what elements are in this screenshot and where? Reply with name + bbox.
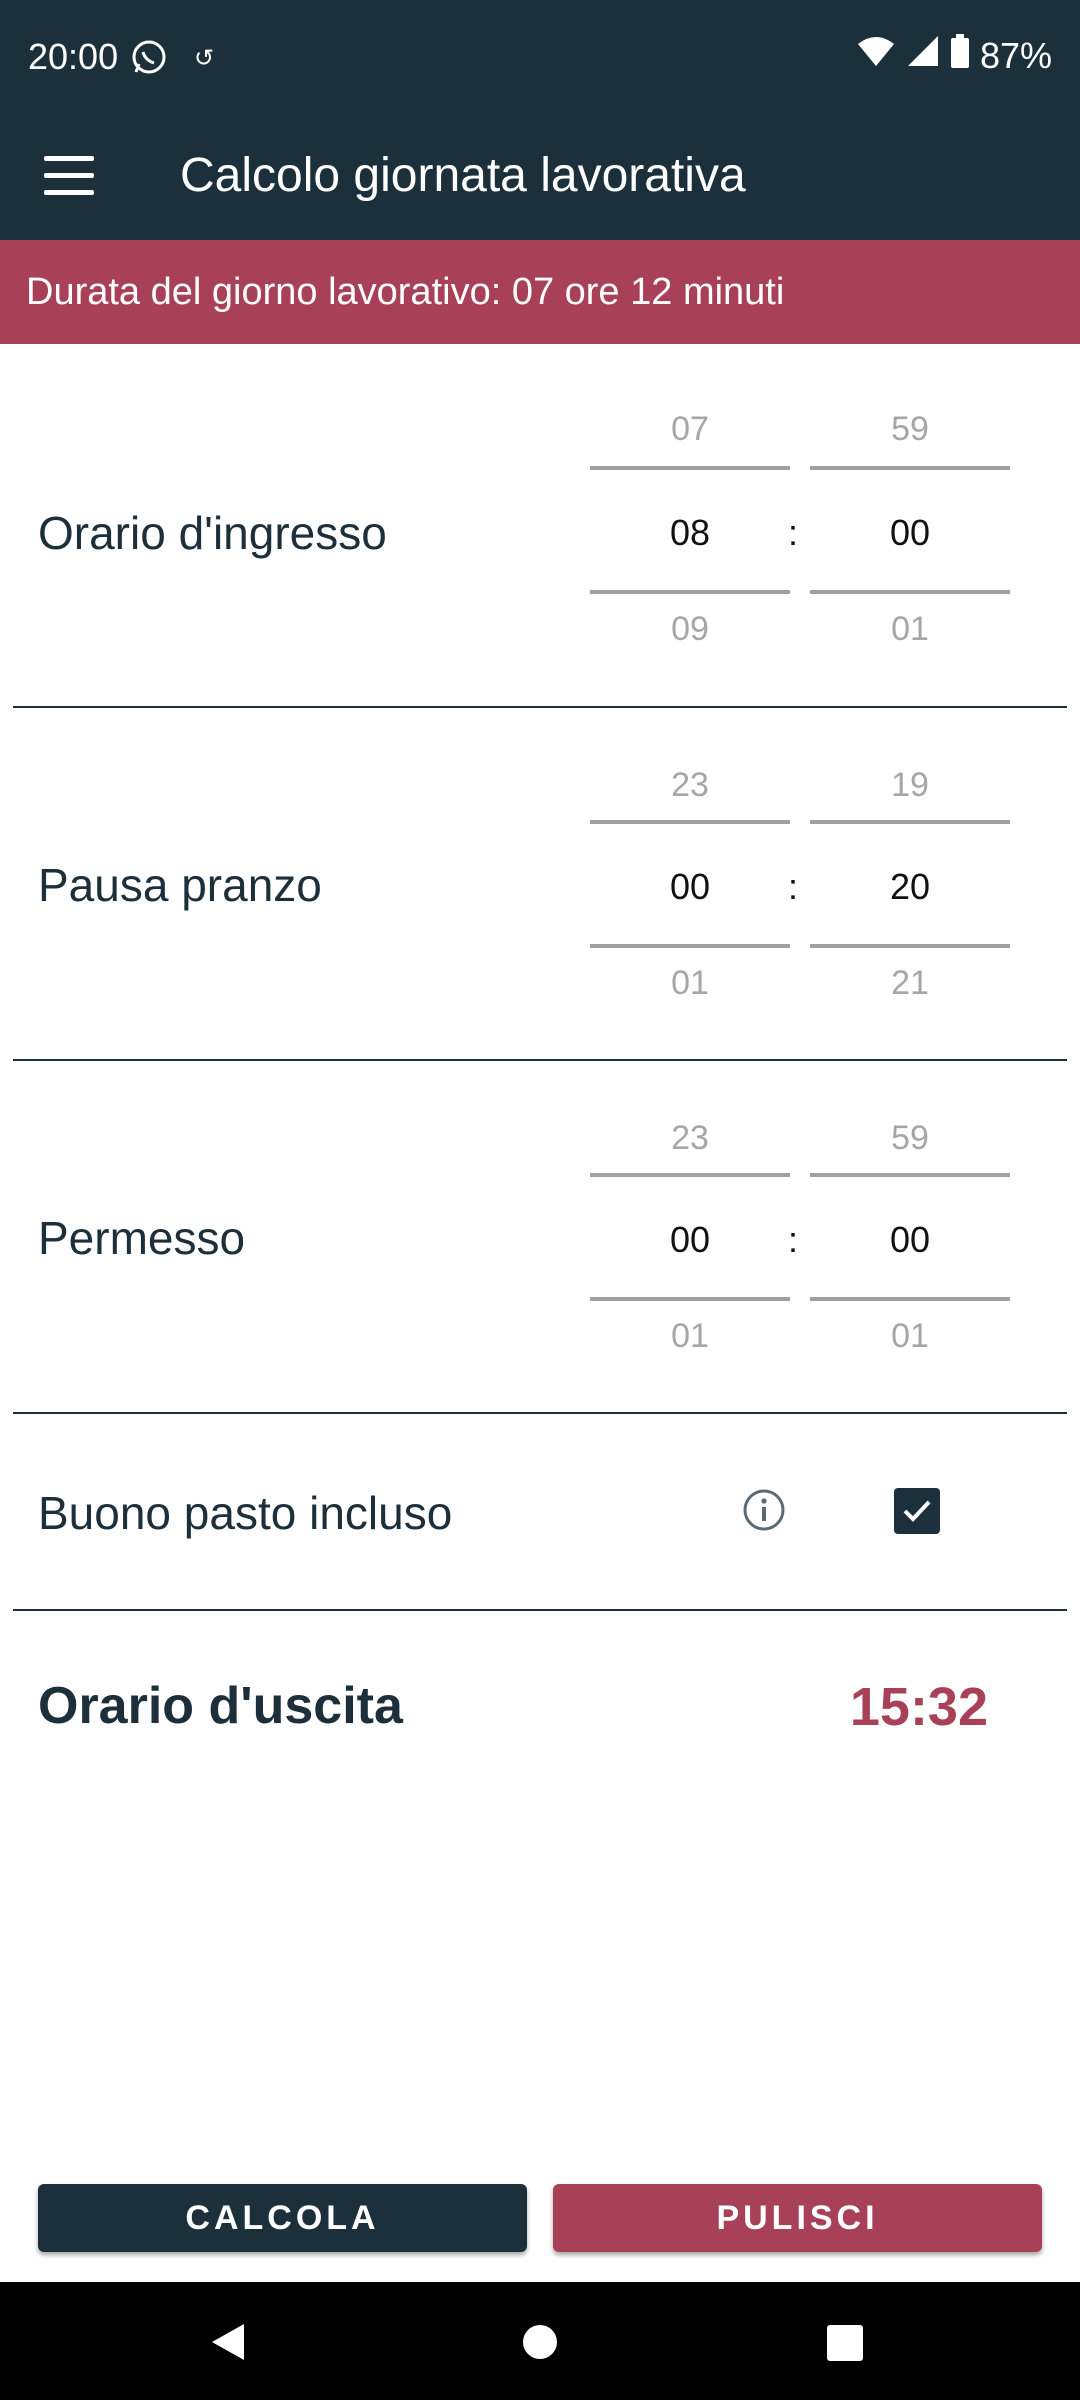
duration-banner: Durata del giorno lavorativo: 07 ore 12 … [0, 240, 1080, 344]
time-separator: : [788, 866, 799, 907]
picker-prev-value[interactable]: 59 [810, 410, 1010, 449]
picker-current-value[interactable]: 00 [590, 866, 790, 908]
picker-line [810, 590, 1010, 594]
picker-line [810, 1297, 1010, 1301]
alarm-icon: ↺ [194, 45, 215, 72]
permit-row: Permesso 23 00 01 : 59 00 01 [0, 1061, 1080, 1413]
picker-current-value[interactable]: 00 [810, 1219, 1010, 1261]
picker-line [590, 1297, 790, 1301]
picker-prev-value[interactable]: 07 [590, 410, 790, 449]
lunch-minute-picker[interactable]: 19 20 21 [810, 708, 1010, 1060]
row-divider [13, 1609, 1067, 1611]
info-icon[interactable] [742, 1488, 786, 1532]
battery-icon [950, 34, 970, 77]
menu-icon[interactable] [44, 156, 94, 202]
picker-next-value[interactable]: 09 [590, 610, 790, 649]
signal-icon [906, 34, 940, 77]
picker-line [590, 820, 790, 824]
entry-time-row: Orario d'ingresso 07 08 09 : 59 00 01 [0, 344, 1080, 710]
picker-current-value[interactable]: 00 [810, 512, 1010, 554]
battery-percentage: 87% [979, 34, 1052, 76]
picker-prev-value[interactable]: 59 [810, 1119, 1010, 1158]
exit-time-label: Orario d'uscita [38, 1677, 403, 1735]
calculate-button[interactable]: CALCOLA [38, 2184, 527, 2252]
picker-line [810, 944, 1010, 948]
picker-current-value[interactable]: 00 [590, 1219, 790, 1261]
exit-time-value: 15:32 [849, 1677, 988, 1737]
meal-voucher-label: Buono pasto incluso [38, 1487, 453, 1539]
whatsapp-icon [130, 38, 168, 81]
picker-line [590, 944, 790, 948]
picker-prev-value[interactable]: 23 [590, 766, 790, 805]
status-bar: 20:00 ↺ 87% [0, 0, 1080, 118]
permit-label: Permesso [38, 1212, 246, 1264]
meal-voucher-row: Buono pasto incluso [0, 1414, 1080, 1610]
picker-next-value[interactable]: 01 [810, 610, 1010, 649]
time-separator: : [788, 1219, 799, 1260]
permit-minute-picker[interactable]: 59 00 01 [810, 1061, 1010, 1413]
picker-next-value[interactable]: 01 [810, 1317, 1010, 1356]
lunch-break-label: Pausa pranzo [38, 859, 322, 911]
picker-prev-value[interactable]: 19 [810, 766, 1010, 805]
entry-minute-picker[interactable]: 59 00 01 [810, 344, 1010, 710]
picker-current-value[interactable]: 20 [810, 866, 1010, 908]
picker-line [810, 466, 1010, 470]
meal-voucher-checkbox[interactable] [894, 1488, 940, 1534]
back-icon[interactable] [208, 2322, 248, 2362]
recents-icon[interactable] [826, 2324, 864, 2362]
picker-current-value[interactable]: 08 [590, 512, 790, 554]
picker-prev-value[interactable]: 23 [590, 1119, 790, 1158]
picker-line [810, 820, 1010, 824]
lunch-hour-picker[interactable]: 23 00 01 [590, 708, 790, 1060]
navigation-bar [0, 2282, 1080, 2400]
picker-line [590, 1173, 790, 1177]
app-bar: Calcolo giornata lavorativa [0, 118, 1080, 240]
picker-line [810, 1173, 1010, 1177]
permit-hour-picker[interactable]: 23 00 01 [590, 1061, 790, 1413]
lunch-break-row: Pausa pranzo 23 00 01 : 19 20 21 [0, 708, 1080, 1060]
home-icon[interactable] [522, 2324, 558, 2360]
status-time: 20:00 [28, 36, 119, 77]
clear-button[interactable]: PULISCI [553, 2184, 1042, 2252]
wifi-icon [856, 35, 896, 77]
picker-next-value[interactable]: 01 [590, 1317, 790, 1356]
picker-line [590, 466, 790, 470]
entry-hour-picker[interactable]: 07 08 09 [590, 344, 790, 710]
entry-time-label: Orario d'ingresso [38, 507, 387, 559]
picker-next-value[interactable]: 21 [810, 964, 1010, 1003]
picker-next-value[interactable]: 01 [590, 964, 790, 1003]
picker-line [590, 590, 790, 594]
time-separator: : [788, 512, 799, 553]
page-title: Calcolo giornata lavorativa [180, 149, 746, 202]
